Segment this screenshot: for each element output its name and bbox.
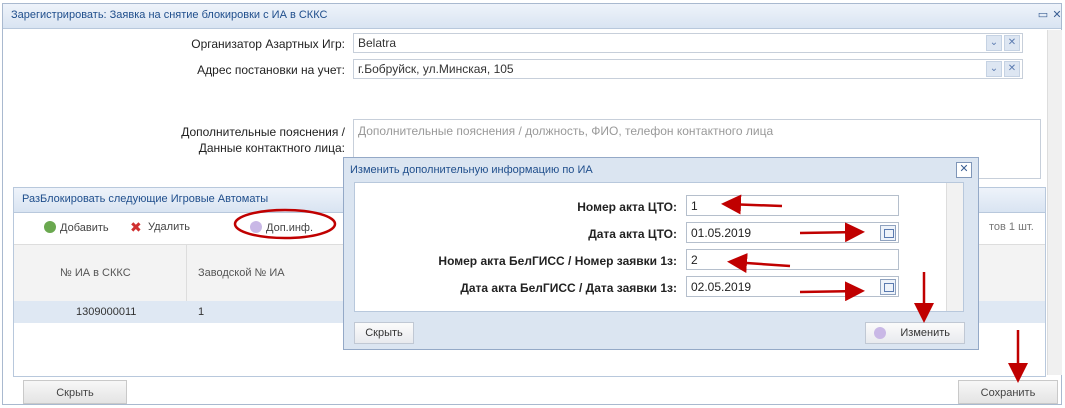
arrow-act-cto-number (721, 194, 783, 215)
arrow-act-cto-date (799, 222, 865, 243)
annotation-arrows (721, 194, 1028, 383)
arrow-belgiss-date (799, 281, 865, 302)
arrow-belgiss-number (727, 253, 791, 274)
